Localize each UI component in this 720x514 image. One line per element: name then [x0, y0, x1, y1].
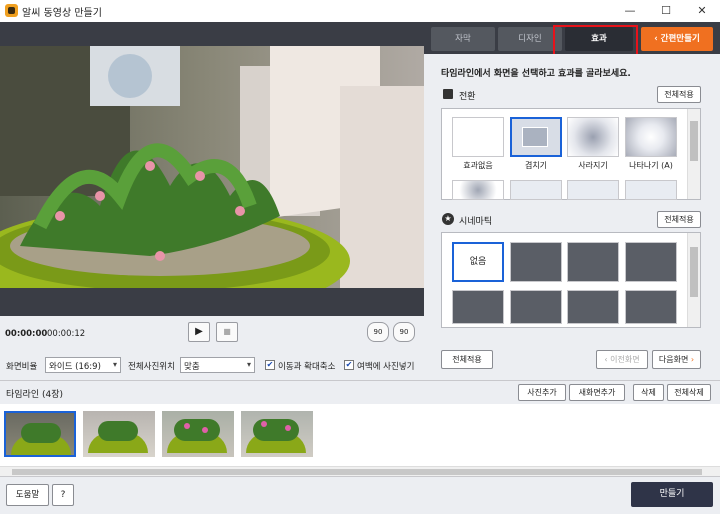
image-icon — [522, 127, 548, 147]
margin-photo-checkbox[interactable]: ✔ — [344, 360, 354, 370]
cinematic-balloons-thumb[interactable] — [625, 290, 677, 324]
aspect-ratio-select[interactable]: 와이드 (16:9) ▾ — [45, 357, 121, 373]
transition-fadein-label: 나타나기 (A) — [629, 161, 673, 170]
footer-bar — [0, 476, 720, 514]
app-logo-icon — [5, 4, 18, 17]
transition-thumb-row2[interactable] — [625, 180, 677, 200]
transition-thumb-row2[interactable] — [510, 180, 562, 200]
transition-fadeout-label: 사라지기 — [578, 161, 608, 170]
transition-title: 전환 — [459, 92, 476, 102]
cinematic-title: 시네마틱 — [459, 217, 493, 227]
timeline-clip-3[interactable] — [162, 411, 234, 457]
question-button[interactable]: ? — [52, 484, 74, 506]
tab-subtitle[interactable]: 자막 — [431, 27, 495, 51]
preview-top-bar — [0, 22, 424, 46]
chevron-down-icon: ▾ — [246, 360, 251, 369]
next-screen-button[interactable]: 다음화면 › — [652, 350, 701, 369]
transition-none-label: 효과없음 — [463, 161, 493, 170]
photo-position-select[interactable]: 맞춤 ▾ — [180, 357, 255, 373]
make-button[interactable]: 만들기 — [631, 482, 713, 507]
timeline-clip-4[interactable] — [241, 411, 313, 457]
cinematic-confetti-thumb[interactable] — [510, 290, 562, 324]
transition-thumb-row2[interactable] — [567, 180, 619, 200]
transition-overlap-thumb[interactable] — [510, 117, 562, 157]
prev-screen-label: 이전화면 — [610, 355, 640, 364]
maximize-button[interactable]: ☐ — [648, 0, 684, 22]
cinematic-scrollbar[interactable] — [687, 233, 700, 327]
transition-none-thumb[interactable] — [452, 117, 504, 157]
timeline-scrollbar[interactable] — [0, 466, 720, 476]
transition-thumb-row2[interactable] — [452, 180, 504, 200]
cinematic-none-thumb[interactable]: 없음 — [452, 242, 504, 282]
cinematic-snow-thumb[interactable] — [625, 242, 677, 282]
pan-zoom-checkbox[interactable]: ✔ — [265, 360, 275, 370]
help-button[interactable]: 도움말 — [6, 484, 49, 506]
window-title: 알씨 동영상 만들기 — [22, 8, 102, 19]
play-button[interactable]: ▶ — [188, 322, 210, 342]
apply-all-button[interactable]: 전체적용 — [441, 350, 493, 369]
transition-scrollbar[interactable] — [687, 109, 700, 199]
add-photo-button[interactable]: 사진추가 — [518, 384, 566, 401]
chevron-right-icon: › — [688, 355, 695, 364]
photo-position-value: 맞춤 — [184, 362, 200, 372]
chevron-down-icon: ▾ — [112, 360, 117, 369]
photo-position-label: 전체사진위치 — [128, 362, 175, 372]
minimize-button[interactable]: — — [612, 0, 648, 22]
pan-zoom-label: 이동과 확대축소 — [278, 362, 336, 372]
close-button[interactable]: ✕ — [684, 0, 720, 22]
transition-overlap-label: 겹치기 — [524, 161, 548, 170]
delete-all-button[interactable]: 전체삭제 — [667, 384, 711, 401]
rotate-left-icon[interactable]: 90 — [367, 322, 389, 342]
preview-image — [0, 46, 424, 288]
timeline-title: 타임라인 (4장) — [6, 390, 64, 400]
timeline-clip-2[interactable] — [83, 411, 155, 457]
stop-button[interactable]: ■ — [216, 322, 238, 342]
margin-photo-label: 여백에 사진넣기 — [357, 362, 415, 372]
transition-fadein-thumb[interactable] — [625, 117, 677, 157]
simple-make-label: 간편만들기 — [660, 34, 700, 44]
timeline-clip-1[interactable] — [4, 411, 76, 457]
instruction-text: 타임라인에서 화면을 선택하고 효과를 골라보세요. — [441, 69, 631, 79]
preview-bottom-bar — [0, 288, 424, 316]
cinematic-stars-thumb[interactable] — [452, 290, 504, 324]
cinematic-hearts-thumb[interactable] — [567, 242, 619, 282]
star-icon: ★ — [442, 213, 454, 225]
transition-icon — [443, 89, 453, 99]
next-screen-label: 다음화면 — [658, 355, 689, 364]
cinematic-apply-all-button[interactable]: 전체적용 — [657, 211, 701, 228]
total-time: 00:00:12 — [47, 329, 86, 339]
add-new-screen-button[interactable]: 새화면추가 — [569, 384, 625, 401]
prev-screen-button[interactable]: ‹ 이전화면 — [596, 350, 648, 369]
cinematic-dots-thumb[interactable] — [567, 290, 619, 324]
simple-make-button[interactable]: ‹ 간편만들기 — [641, 27, 713, 51]
delete-button[interactable]: 삭제 — [633, 384, 664, 401]
current-time: 00:00:00 — [5, 329, 48, 339]
aspect-ratio-value: 와이드 (16:9) — [49, 362, 101, 372]
aspect-ratio-label: 화면비율 — [6, 362, 38, 372]
transition-apply-all-button[interactable]: 전체적용 — [657, 86, 701, 103]
cinematic-bokeh-thumb[interactable] — [510, 242, 562, 282]
video-preview — [0, 46, 424, 288]
rotate-right-icon[interactable]: 90 — [393, 322, 415, 342]
transition-fadeout-thumb[interactable] — [567, 117, 619, 157]
effects-tab-highlight — [553, 25, 638, 56]
